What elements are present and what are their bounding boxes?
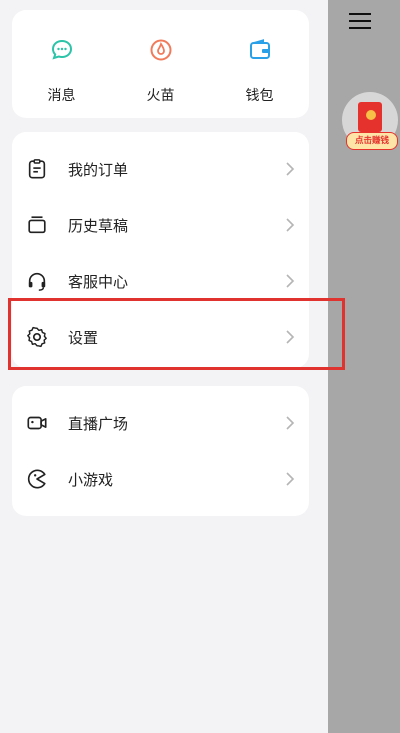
earn-money-red-packet[interactable]: 点击赚钱	[342, 92, 400, 152]
flame-icon	[150, 39, 172, 61]
menu-item-label: 客服中心	[68, 273, 129, 291]
menu-item-label: 直播广场	[68, 415, 129, 433]
message-icon	[51, 39, 73, 60]
quick-action-label: 消息	[47, 88, 76, 104]
menu-card-entertainment: 直播广场 小游戏	[12, 386, 309, 516]
chevron-right-icon	[286, 218, 295, 232]
menu-item-orders[interactable]: 我的订单	[12, 142, 309, 198]
promo-tag: 点击赚钱	[346, 132, 398, 150]
live-camera-icon	[27, 416, 47, 430]
wallet-icon	[250, 39, 270, 59]
headset-icon	[28, 272, 46, 291]
annotation-highlight-box	[8, 298, 345, 370]
menu-item-label: 小游戏	[68, 471, 114, 489]
chevron-right-icon	[286, 416, 295, 430]
coin-icon	[366, 110, 376, 120]
chevron-right-icon	[286, 162, 295, 176]
order-icon	[28, 159, 46, 179]
game-icon	[27, 469, 46, 489]
menu-item-live-plaza[interactable]: 直播广场	[12, 396, 309, 452]
menu-item-label: 我的订单	[68, 161, 129, 179]
menu-item-label: 历史草稿	[68, 217, 129, 235]
quick-action-flame[interactable]: 火苗	[111, 10, 210, 118]
quick-action-label: 钱包	[245, 88, 274, 104]
quick-action-wallet[interactable]: 钱包	[210, 10, 309, 118]
menu-item-drafts[interactable]: 历史草稿	[12, 198, 309, 254]
chevron-right-icon	[286, 472, 295, 486]
menu-icon[interactable]	[349, 13, 371, 29]
quick-action-label: 火苗	[146, 88, 175, 104]
quick-actions-card: 消息 火苗 钱包	[12, 10, 309, 118]
quick-action-messages[interactable]: 消息	[12, 10, 111, 118]
menu-item-mini-games[interactable]: 小游戏	[12, 452, 309, 508]
chevron-right-icon	[286, 274, 295, 288]
draft-icon	[28, 216, 46, 234]
